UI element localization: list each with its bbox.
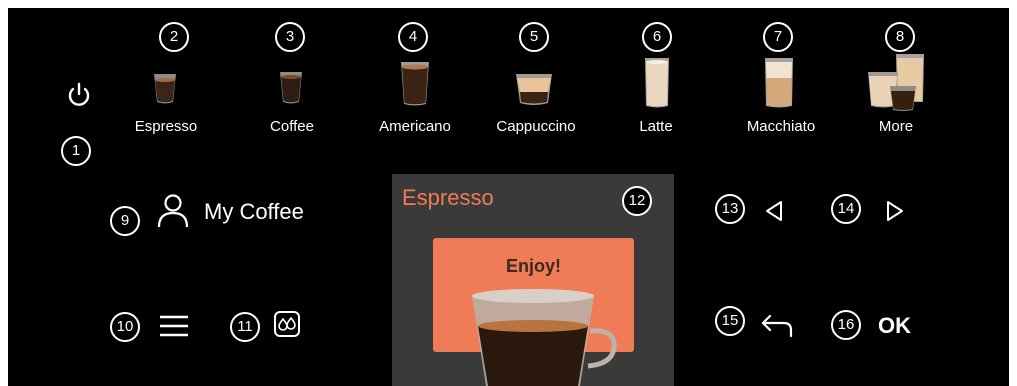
- arrow-left-icon: [766, 201, 782, 221]
- drink-label: Americano: [379, 118, 451, 135]
- water-drops-icon: [274, 311, 300, 337]
- callout-11: 11: [230, 312, 260, 342]
- drink-label: Cappuccino: [496, 118, 576, 135]
- callout-2: 2: [159, 22, 189, 52]
- drink-label: More: [878, 118, 914, 135]
- callout-10: 10: [110, 312, 140, 342]
- my-coffee-button[interactable]: My Coffee: [156, 192, 306, 232]
- arrow-right-icon: [887, 201, 903, 221]
- americano-glass-icon: [401, 62, 429, 106]
- screen-title: Espresso: [402, 185, 494, 210]
- espresso-cup-icon: [472, 289, 617, 386]
- callout-8: 8: [885, 22, 915, 52]
- callout-9: 9: [110, 206, 140, 236]
- latte-glass-icon: [645, 58, 669, 108]
- callout-3: 3: [275, 22, 305, 52]
- callout-15: 15: [715, 306, 745, 336]
- cappuccino-cup-icon: [516, 74, 552, 105]
- power-button[interactable]: [64, 80, 94, 110]
- callout-16: 16: [831, 310, 861, 340]
- power-icon: [68, 82, 90, 106]
- espresso-cup-icon: [154, 74, 176, 104]
- arrow-right-button[interactable]: [883, 198, 907, 224]
- water-button[interactable]: [273, 310, 301, 338]
- back-icon: [761, 314, 793, 338]
- back-button[interactable]: [760, 312, 794, 338]
- callout-1: 1: [61, 136, 91, 166]
- drink-label: Espresso: [134, 118, 198, 135]
- drink-label: Macchiato: [746, 118, 816, 135]
- coffee-cup-icon: [280, 72, 302, 104]
- macchiato-glass-icon: [765, 58, 793, 108]
- callout-4: 4: [398, 22, 428, 52]
- callout-5: 5: [519, 22, 549, 52]
- arrow-left-button[interactable]: [762, 198, 786, 224]
- ok-button[interactable]: OK: [878, 313, 911, 339]
- callout-12: 12: [622, 186, 652, 216]
- enjoy-message: Enjoy!: [505, 256, 561, 276]
- menu-button[interactable]: [158, 312, 190, 340]
- callout-13: 13: [715, 194, 745, 224]
- user-icon: [157, 194, 189, 228]
- callout-14: 14: [831, 194, 861, 224]
- callout-6: 6: [642, 22, 672, 52]
- more-drinks-icon: [868, 54, 924, 111]
- menu-icon: [160, 315, 188, 337]
- callout-7: 7: [763, 22, 793, 52]
- drink-label: Coffee: [270, 118, 314, 135]
- my-coffee-label: My Coffee: [204, 199, 304, 224]
- drink-label: Latte: [639, 118, 673, 135]
